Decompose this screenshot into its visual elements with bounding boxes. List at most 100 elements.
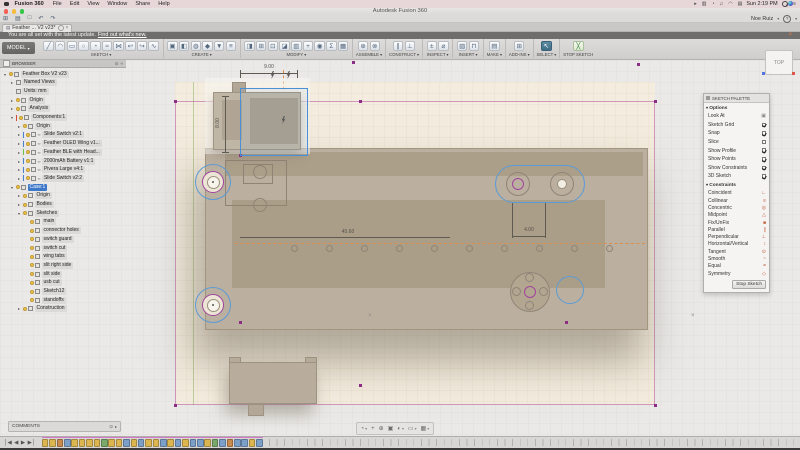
palette-option-look-at[interactable]: Look At▣ [704, 112, 769, 121]
constraint-fix-unfix[interactable]: Fix/UnFix■ [704, 219, 769, 226]
visibility-bulb-icon[interactable] [23, 124, 27, 128]
rib-hole-circle[interactable] [466, 245, 473, 252]
menu-app-name[interactable]: Fusion 360 [15, 1, 44, 7]
tree-row-switch-cut[interactable]: switch cut [24, 244, 67, 252]
construct-tool-icon-0[interactable]: ∥ [393, 41, 404, 52]
sketch-tool-icon-9[interactable]: ∿ [148, 41, 159, 52]
dim-line-height[interactable] [225, 96, 226, 152]
spotlight-search-icon[interactable] [782, 1, 789, 8]
menu-item-file[interactable]: File [53, 1, 62, 7]
timeline-feature-marker[interactable] [64, 439, 71, 448]
tree-row-2000mah-battery-v1-1[interactable]: ▸∞2000mAh Battery v1:1 [17, 157, 95, 165]
sketch-tool-icon-2[interactable]: ▭ [67, 41, 78, 52]
dim-line-width[interactable] [240, 73, 297, 74]
visibility-bulb-icon[interactable] [23, 307, 27, 311]
tree-row-analysis[interactable]: ▸Analysis [10, 105, 50, 113]
visibility-bulb-icon[interactable] [30, 263, 34, 267]
status-icon-4[interactable]: ◠ [728, 1, 732, 7]
tree-row-origin[interactable]: ▸Origin [10, 96, 45, 104]
zoom-icon[interactable]: ⊕ [377, 425, 385, 432]
toolbar-group-label[interactable]: SKETCH [91, 52, 111, 57]
visibility-bulb-icon[interactable] [26, 150, 30, 154]
visibility-bulb-icon[interactable] [26, 159, 30, 163]
visibility-bulb-icon[interactable] [30, 298, 34, 302]
timeline-feature-marker[interactable] [57, 439, 64, 448]
constraint-midpoint[interactable]: Midpoint△ [704, 212, 769, 219]
timeline-feature-marker[interactable] [108, 439, 115, 448]
quick-access-icon-3[interactable]: ↶ [38, 15, 43, 22]
visibility-bulb-icon[interactable] [26, 142, 30, 146]
menu-item-window[interactable]: Window [107, 1, 127, 7]
grid-snap-icon[interactable]: ▦ ▾ [419, 425, 431, 432]
visibility-bulb-icon[interactable] [30, 246, 34, 250]
tree-row-slit-side[interactable]: slit side [24, 270, 62, 278]
tree-expander-icon[interactable]: ▸ [10, 80, 14, 85]
constraint-equal[interactable]: Equal= [704, 263, 769, 270]
tree-row-feather-box-v2-v23[interactable]: ▾Feather Box V2 v23 [3, 70, 69, 78]
visibility-bulb-icon[interactable] [23, 203, 27, 207]
timeline-control-1[interactable]: ◀ [14, 440, 18, 446]
modify-tool-icon-0[interactable]: ◨ [244, 41, 255, 52]
status-icon-1[interactable]: ▥ [702, 1, 707, 7]
timeline-feature-marker[interactable] [49, 439, 56, 448]
display-settings-icon[interactable]: ◐ ▾ [396, 426, 406, 432]
view-cube[interactable]: TOP [765, 50, 793, 75]
palette-option-sketch-grid[interactable]: Sketch Grid [704, 121, 769, 130]
quick-access-icon-4[interactable]: ↷ [50, 15, 55, 22]
modify-tool-icon-4[interactable]: ▥ [291, 41, 302, 52]
palette-option-checkbox[interactable] [762, 123, 767, 128]
timeline-feature-marker[interactable] [241, 439, 248, 448]
tree-row-named-views[interactable]: ▸Named Views [10, 79, 57, 87]
timeline-feature-marker[interactable] [131, 439, 138, 448]
inspect-tool-icon-1[interactable]: ⌀ [438, 41, 449, 52]
timeline-control-0[interactable]: │◀ [4, 440, 12, 446]
visibility-bulb-icon[interactable] [30, 255, 34, 259]
tree-row-main[interactable]: main [24, 218, 56, 226]
notification-center-icon[interactable]: ≡ [793, 1, 796, 7]
select-tool-icon-0[interactable]: ↖ [541, 41, 552, 52]
rib-hole-circle[interactable] [501, 245, 508, 252]
tree-expander-icon[interactable]: ▾ [3, 72, 7, 77]
constraint-coincident[interactable]: Coincident∟ [704, 190, 769, 197]
tree-row-sketch12[interactable]: Sketch12 [24, 288, 66, 296]
menu-item-view[interactable]: View [87, 1, 99, 7]
comments-expand-icon[interactable]: ▸ [115, 424, 117, 429]
sketch-tool-icon-1[interactable]: ◠ [55, 41, 66, 52]
tree-row-wing-tabs[interactable]: wing tabs [24, 253, 67, 261]
visibility-bulb-icon[interactable] [30, 237, 34, 241]
menu-item-share[interactable]: Share [135, 1, 150, 7]
tree-row-usb-cut[interactable]: usb cut [24, 279, 62, 287]
rib-hole-circle[interactable] [396, 245, 403, 252]
look-at-icon[interactable]: ▣ [761, 113, 766, 119]
toolbar-group-label[interactable]: ADD-INS [509, 52, 530, 57]
palette-option-checkbox[interactable] [762, 174, 767, 179]
timeline-feature-marker[interactable] [71, 439, 78, 448]
visibility-bulb-icon[interactable] [30, 290, 34, 294]
menu-clock[interactable]: Sun 2:19 PM [746, 1, 777, 7]
tree-row-pivera-large-v4-1[interactable]: ▸∞Pivera Large v4:1 [17, 166, 85, 174]
modify-tool-icon-1[interactable]: ⊞ [256, 41, 267, 52]
dim-label-offset[interactable]: 4.00 [511, 227, 547, 233]
constraint-parallel[interactable]: Parallel∥ [704, 226, 769, 233]
palette-options-header[interactable]: ▾ Options [704, 103, 769, 112]
rib-hole-circle[interactable] [606, 245, 613, 252]
tree-expander-icon[interactable]: ▸ [10, 106, 14, 111]
sketch-tool-icon-4[interactable]: ◔ [90, 41, 101, 52]
tree-row-origin[interactable]: ▸Origin [17, 122, 52, 130]
modify-tool-icon-2[interactable]: ⊡ [268, 41, 279, 52]
visibility-bulb-icon[interactable] [30, 272, 34, 276]
quick-access-icon-1[interactable]: ▤ [15, 15, 21, 22]
palette-option-slice[interactable]: Slice [704, 138, 769, 147]
timeline-feature-marker[interactable] [123, 439, 130, 448]
tree-row-switch-guard[interactable]: switch guard [24, 235, 74, 243]
switch-selection-box[interactable] [240, 88, 308, 156]
footprint-hole[interactable] [253, 165, 267, 179]
tree-expander-icon[interactable]: ▾ [17, 211, 21, 216]
insert-tool-icon-1[interactable]: ⊓ [469, 41, 480, 52]
menu-item-help[interactable]: Help [158, 1, 170, 7]
comments-bar[interactable]: COMMENTS ⊙ ▸ [8, 421, 121, 432]
assemble-tool-icon-1[interactable]: ⊗ [370, 41, 381, 52]
browser-collapse-icon[interactable]: « [120, 61, 123, 66]
sketch-point[interactable] [174, 404, 177, 407]
stop-sketch-button[interactable]: Stop Sketch [732, 280, 766, 289]
